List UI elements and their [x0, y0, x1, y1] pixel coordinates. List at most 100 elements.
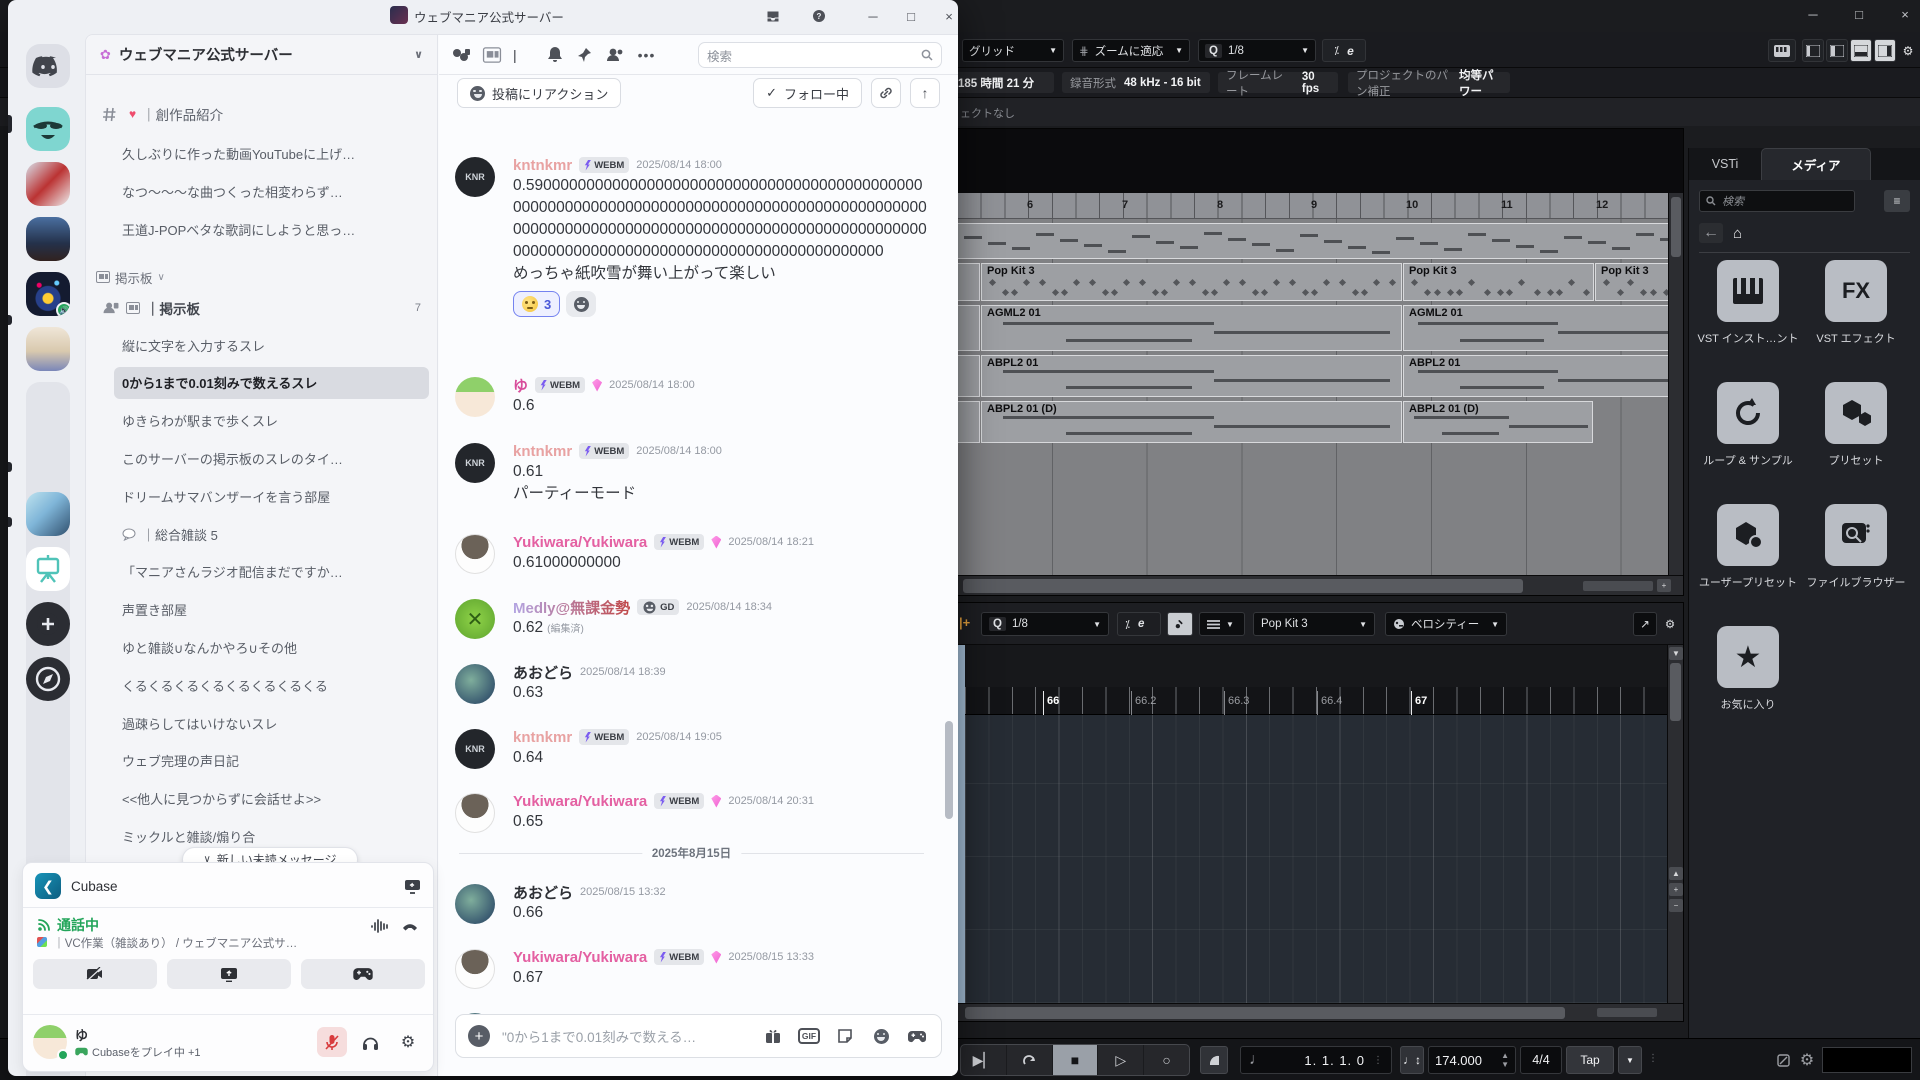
following-button[interactable]: ✓ フォロー中 [753, 78, 862, 108]
vzoom-in-button[interactable]: + [1669, 883, 1683, 896]
section-keijiban[interactable]: 掲示板∨ [96, 264, 429, 290]
controller-lane-dropdown[interactable]: ベロシティー▼ [1385, 612, 1507, 636]
event-display-mode-dropdown[interactable]: ▼ [1199, 612, 1245, 636]
message[interactable]: KNRkntnkmrWEBM2025/08/14 18:000.61パーティーモ… [455, 441, 928, 505]
soundboard-game-icon[interactable] [905, 1030, 929, 1043]
editor-setup-gear-icon[interactable]: ⚙ [1659, 612, 1681, 636]
audio-midi-clip[interactable] [957, 355, 980, 397]
stream-activity-icon[interactable] [404, 879, 421, 894]
cubase-close-button[interactable]: × [1888, 4, 1920, 26]
user-settings-gear-icon[interactable]: ⚙ [393, 1027, 423, 1057]
iterative-quantize-icons[interactable]: ⁒e [1322, 39, 1366, 62]
avatar[interactable] [455, 949, 495, 989]
frame-rate[interactable]: フレームレート 30 fps [1218, 72, 1338, 93]
author-name[interactable]: kntnkmr [513, 729, 572, 746]
thread-item[interactable]: 声置き部屋 [114, 594, 429, 626]
server-header[interactable]: ✿ ウェブマニア公式サーバー ∨ [86, 35, 437, 75]
avatar[interactable] [455, 599, 495, 639]
server-icon-photo-red[interactable] [26, 162, 70, 206]
microphone-muted-icon[interactable] [317, 1027, 347, 1057]
message[interactable]: KNRkntnkmrWEBM2025/08/14 18:000.59000000… [455, 155, 928, 317]
transport-position-display[interactable]: ♩ 1. 1. 1. 0 ⋮ [1240, 1046, 1392, 1074]
author-name[interactable]: Medly@無課金勢 [513, 597, 630, 618]
drumstick-tool-toggle[interactable] [1167, 612, 1193, 636]
tempo-track-icon[interactable]: ♩↕ [1400, 1046, 1424, 1074]
window-maximize-icon[interactable]: □ [898, 6, 924, 26]
track-lane[interactable]: AGML2 01AGML2 01 [957, 305, 1683, 351]
channel-sousakuhin[interactable]: ♥｜創作品紹介 [94, 99, 429, 129]
project-horizontal-scrollbar[interactable]: + [957, 575, 1683, 595]
insert-length-icon[interactable]: |+ [959, 615, 970, 630]
time-signature-display[interactable]: 4/4 [1520, 1046, 1562, 1074]
emoji-picker-icon[interactable] [869, 1029, 893, 1044]
drum-editor-vertical-scrollbar[interactable]: ▼ ▲ + − [1667, 645, 1683, 1003]
scroll-down-button[interactable]: ▲ [1669, 867, 1683, 880]
media-tile-loop[interactable] [1717, 382, 1779, 444]
tap-tempo-button[interactable]: Tap [1566, 1046, 1614, 1074]
avatar[interactable] [455, 377, 495, 417]
avatar[interactable] [455, 884, 495, 924]
author-name[interactable]: あおどら [513, 882, 573, 903]
pinned-messages-icon[interactable] [577, 47, 592, 63]
add-server-button[interactable] [26, 602, 70, 646]
message[interactable]: Yukiwara/YukiwaraWEBM2025/08/15 13:330.6… [455, 947, 928, 989]
server-icon-anime-girl[interactable] [26, 327, 70, 371]
media-search-input[interactable]: 検索 [1699, 190, 1855, 212]
goto-end-button[interactable]: ▶▏ [961, 1045, 1007, 1075]
avatar[interactable] [455, 534, 495, 574]
avatar[interactable]: KNR [455, 157, 495, 197]
punch-metronome-icon[interactable] [1200, 1046, 1228, 1074]
thread-item[interactable]: 「マニアさんラジオ配信まだですか… [114, 556, 429, 588]
grid-type-dropdown[interactable]: グリッド▼ [962, 39, 1064, 62]
discover-servers-button[interactable] [26, 657, 70, 701]
thread-item[interactable]: 王道J-POPベタな歌詞にしようと思っ… [114, 213, 429, 245]
thread-item[interactable]: 久しぶりに作った動画YouTubeに上げ… [114, 137, 429, 169]
audio-midi-clip[interactable]: Pop Kit 3 [1403, 263, 1594, 301]
add-reaction-to-post-button[interactable]: 投稿にリアクション [457, 78, 621, 108]
more-options-dots-icon[interactable]: ••• [638, 47, 656, 63]
message[interactable]: あおどら2025/08/15 13:320.66 [455, 882, 928, 924]
media-tile-fx[interactable]: FX [1825, 260, 1887, 322]
gift-icon[interactable] [761, 1028, 785, 1044]
message[interactable]: Yukiwara/YukiwaraWEBM2025/08/14 18:210.6… [455, 532, 928, 574]
headphones-icon[interactable] [355, 1027, 385, 1057]
thread-item[interactable]: ウェブ完理の声日記 [114, 745, 429, 777]
cubase-maximize-button[interactable]: □ [1842, 4, 1876, 26]
chat-search-input[interactable]: 検索 [698, 42, 942, 68]
layout-right-zone-toggle[interactable] [1874, 39, 1896, 62]
thread-item[interactable]: <<他人に見つからずに会話せよ>> [114, 783, 429, 815]
grid-zoom-dropdown[interactable]: ⋕ズームに適応▼ [1072, 39, 1190, 62]
drum-editor-ruler[interactable]: 6666.266.366.467 [965, 687, 1667, 715]
setup-toolbar-gear-icon[interactable]: ⚙ [1898, 39, 1918, 62]
transport-settings-gear-icon[interactable]: ⚙ [1796, 1046, 1818, 1074]
thread-item[interactable]: 過疎らしてはいけないスレ [114, 707, 429, 739]
help-icon[interactable]: ? [806, 6, 832, 26]
author-name[interactable]: Yukiwara/Yukiwara [513, 949, 647, 966]
track-lane[interactable]: ABPL2 01ABPL2 01 [957, 355, 1683, 397]
zoom-in-button[interactable]: + [1657, 579, 1671, 592]
avatar[interactable] [33, 1025, 67, 1059]
tab-media[interactable]: メディア [1761, 148, 1871, 180]
layout-inspector-toggle[interactable] [1826, 39, 1848, 62]
author-name[interactable]: kntnkmr [513, 443, 572, 460]
cubase-minimize-button[interactable]: ─ [1796, 4, 1830, 26]
record-format[interactable]: 録音形式 48 kHz - 16 bit [1062, 72, 1210, 93]
vzoom-out-button[interactable]: − [1669, 899, 1683, 912]
notifications-bell-icon[interactable] [547, 46, 563, 63]
project-ruler[interactable]: 6789101112 [957, 193, 1683, 219]
chat-scrollbar[interactable] [945, 721, 953, 819]
cycle-loop-button[interactable] [1007, 1045, 1053, 1075]
server-icon-easel[interactable] [26, 547, 70, 591]
add-reaction-button[interactable] [566, 291, 596, 317]
track-lane[interactable] [957, 223, 1683, 259]
media-tile-filebrowser[interactable] [1825, 504, 1887, 566]
editor-quantize-dropdown[interactable]: Q 1/8▼ [981, 612, 1109, 636]
audio-midi-clip[interactable] [957, 223, 1683, 259]
window-minimize-icon[interactable]: ─ [860, 6, 886, 26]
message-input[interactable]: + "0から1まで0.01刻みで数える… GIF [455, 1014, 942, 1058]
thread-item[interactable]: 縦に文字を入力するスレ [114, 329, 429, 361]
midi-activity-icon[interactable] [1772, 1046, 1794, 1074]
discord-titlebar[interactable]: ウェブマニア公式サーバー ? ─ □ × [8, 0, 958, 32]
media-home-icon[interactable]: ⌂ [1733, 225, 1742, 242]
quantize-dropdown[interactable]: Q 1/8▼ [1198, 39, 1316, 62]
